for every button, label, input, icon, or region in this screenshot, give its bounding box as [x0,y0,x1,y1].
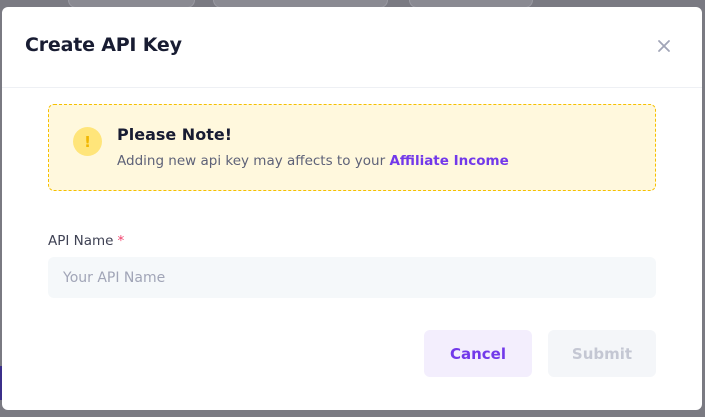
api-name-label-text: API Name [48,233,114,249]
cancel-button[interactable]: Cancel [424,330,532,377]
close-icon [658,40,670,52]
notice-text: Adding new api key may affects to your A… [117,153,509,169]
submit-button[interactable]: Submit [548,330,656,377]
modal-header: Create API Key [2,7,702,88]
warning-exclamation-icon: ! [73,127,102,156]
close-button[interactable] [656,38,672,54]
affiliate-income-link[interactable]: Affiliate Income [389,153,508,169]
notice-title: Please Note! [117,125,232,144]
warning-notice: ! Please Note! Adding new api key may af… [48,104,656,191]
modal-title: Create API Key [25,34,182,56]
api-name-input[interactable] [48,257,656,298]
notice-message: Adding new api key may affects to your [117,153,386,169]
required-asterisk: * [117,233,125,249]
create-api-key-modal: Create API Key ! Please Note! Adding new… [2,7,702,410]
api-name-label: API Name * [48,233,124,249]
